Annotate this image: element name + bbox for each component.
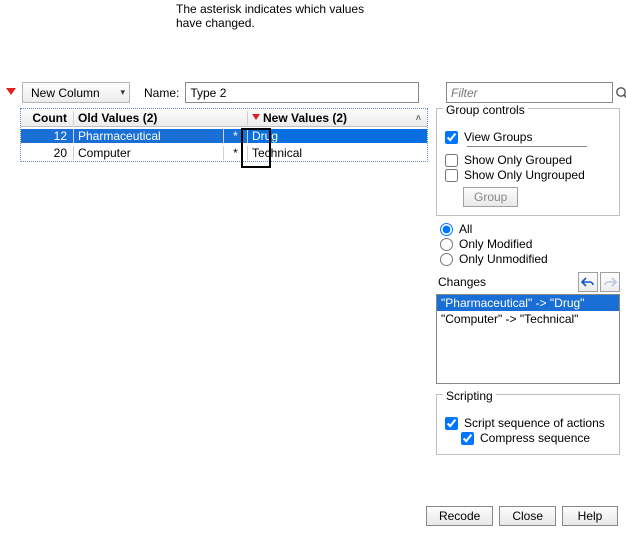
cell-asterisk: * bbox=[223, 129, 247, 143]
script-sequence-label: Script sequence of actions bbox=[464, 416, 605, 430]
table-row[interactable]: 12 Pharmaceutical * Drug bbox=[21, 127, 427, 144]
column-combo[interactable]: New Column ▾ bbox=[22, 82, 130, 103]
filter-radio-group: All Only Modified Only Unmodified bbox=[440, 222, 620, 266]
table-row[interactable]: 20 Computer * Technical bbox=[21, 144, 427, 161]
show-only-ungrouped-label: Show Only Ungrouped bbox=[464, 168, 585, 182]
search-icon[interactable] bbox=[615, 85, 626, 101]
col-new-header[interactable]: New Values (2) ˄ bbox=[247, 111, 427, 125]
filter-unmodified-radio[interactable]: Only Unmodified bbox=[440, 252, 620, 266]
asterisk-instruction: The asterisk indicates which values have… bbox=[176, 2, 376, 31]
view-groups-check[interactable]: View Groups bbox=[445, 130, 611, 144]
col-count-header[interactable]: Count bbox=[21, 111, 73, 125]
change-item[interactable]: "Pharmaceutical" -> "Drug" bbox=[437, 295, 619, 311]
filter-modified-radio[interactable]: Only Modified bbox=[440, 237, 620, 251]
redo-button[interactable] bbox=[600, 272, 620, 292]
col-old-header[interactable]: Old Values (2) bbox=[73, 111, 223, 125]
cell-old: Pharmaceutical bbox=[73, 129, 223, 143]
chevron-down-icon: ▾ bbox=[120, 87, 125, 98]
filter-all-label: All bbox=[459, 222, 472, 236]
view-groups-label: View Groups bbox=[464, 130, 532, 144]
cell-count: 12 bbox=[21, 129, 73, 143]
cell-old: Computer bbox=[73, 146, 223, 160]
compress-sequence-label: Compress sequence bbox=[480, 431, 590, 445]
sort-asc-icon: ˄ bbox=[416, 113, 427, 123]
group-controls-legend: Group controls bbox=[443, 103, 528, 109]
recode-button[interactable]: Recode bbox=[426, 506, 493, 526]
filter-all-radio[interactable]: All bbox=[440, 222, 620, 236]
col-new-label: New Values (2) bbox=[263, 111, 347, 125]
help-button[interactable]: Help bbox=[562, 506, 618, 526]
cell-new[interactable]: Technical bbox=[247, 146, 427, 160]
filter-input[interactable] bbox=[446, 82, 613, 103]
cell-new[interactable]: Drug bbox=[247, 129, 427, 143]
changes-list[interactable]: "Pharmaceutical" -> "Drug" "Computer" ->… bbox=[436, 294, 620, 384]
menu-icon[interactable] bbox=[6, 88, 16, 98]
show-only-grouped-check[interactable]: Show Only Grouped bbox=[445, 153, 611, 167]
filter-modified-label: Only Modified bbox=[459, 237, 532, 251]
changes-label: Changes bbox=[438, 275, 486, 289]
cell-asterisk: * bbox=[223, 146, 247, 160]
filter-unmodified-label: Only Unmodified bbox=[459, 252, 548, 266]
group-controls-fieldset: Group controls View Groups Show Only Gro… bbox=[436, 108, 620, 216]
cell-count: 20 bbox=[21, 146, 73, 160]
show-only-ungrouped-check[interactable]: Show Only Ungrouped bbox=[445, 168, 611, 182]
undo-button[interactable] bbox=[578, 272, 598, 292]
mapping-table: Count Old Values (2) New Values (2) ˄ 12… bbox=[20, 108, 428, 162]
compress-sequence-check[interactable]: Compress sequence bbox=[461, 431, 611, 445]
name-input[interactable] bbox=[185, 82, 419, 103]
scripting-legend: Scripting bbox=[443, 389, 496, 395]
close-button[interactable]: Close bbox=[499, 506, 556, 526]
change-item[interactable]: "Computer" -> "Technical" bbox=[437, 311, 619, 327]
column-menu-icon[interactable] bbox=[252, 114, 260, 122]
column-combo-label: New Column bbox=[31, 86, 100, 100]
name-label: Name: bbox=[144, 86, 179, 100]
script-sequence-check[interactable]: Script sequence of actions bbox=[445, 416, 611, 430]
show-only-grouped-label: Show Only Grouped bbox=[464, 153, 572, 167]
table-header: Count Old Values (2) New Values (2) ˄ bbox=[21, 109, 427, 127]
group-button[interactable]: Group bbox=[463, 187, 518, 207]
scripting-fieldset: Scripting Script sequence of actions Com… bbox=[436, 394, 620, 455]
